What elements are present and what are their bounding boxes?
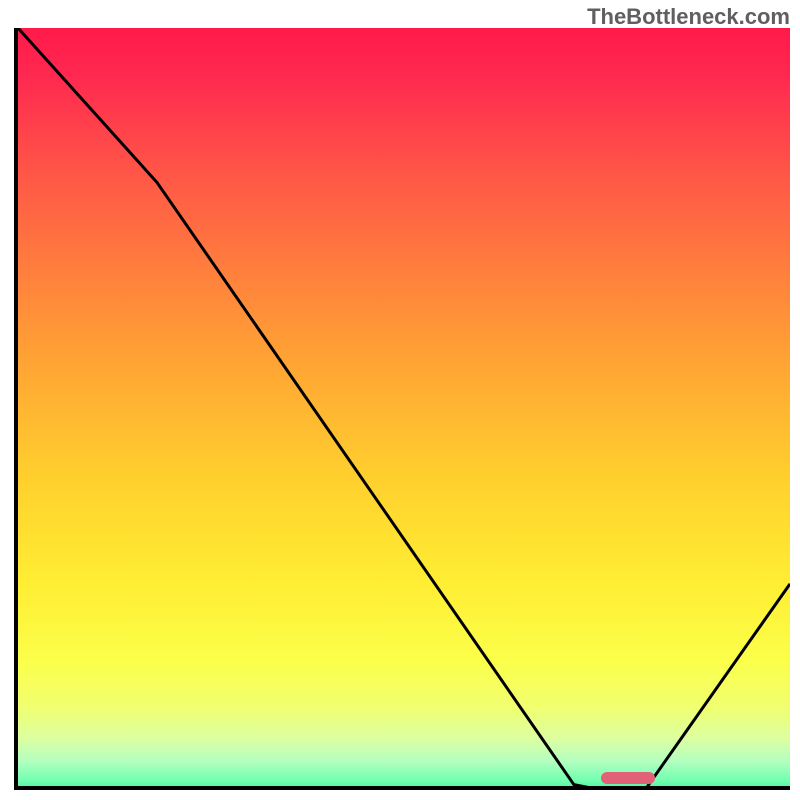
- watermark-label: TheBottleneck.com: [587, 4, 790, 30]
- plot-area: [14, 28, 790, 790]
- optimal-marker: [601, 772, 655, 784]
- chart-container: TheBottleneck.com: [0, 0, 800, 800]
- chart-curve: [18, 28, 790, 790]
